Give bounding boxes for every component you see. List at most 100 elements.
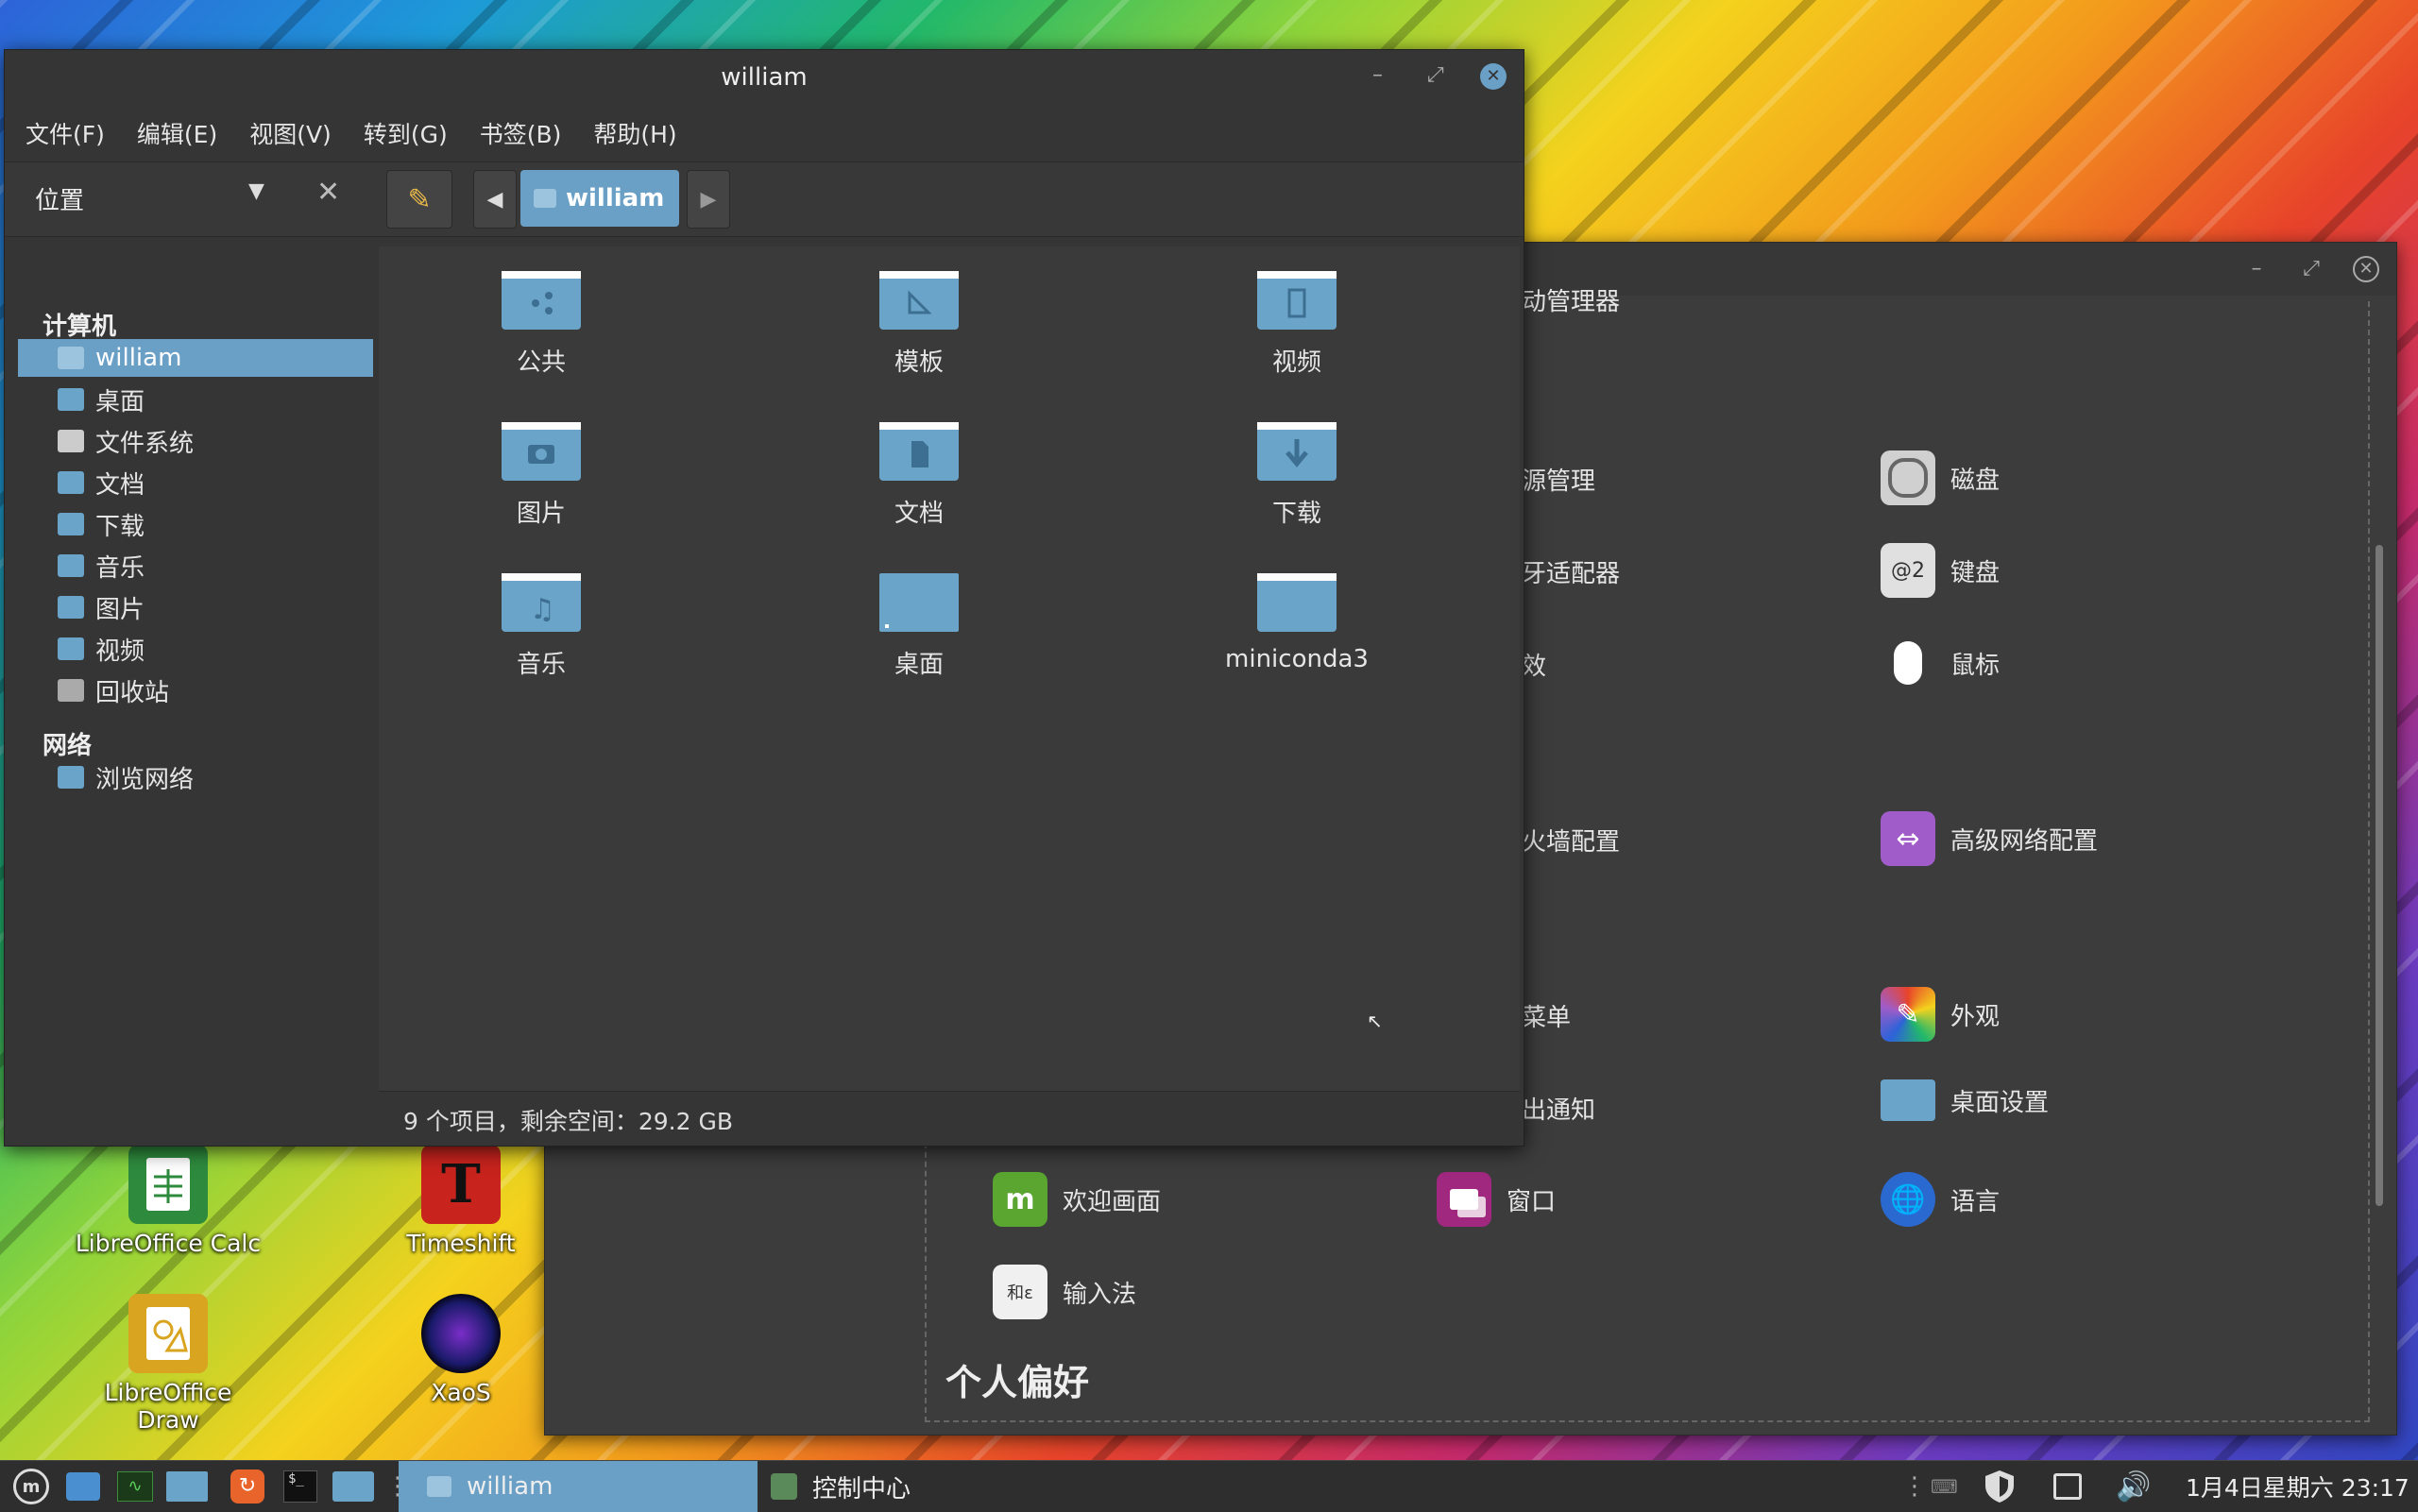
menu-view[interactable]: 视图(V): [249, 116, 332, 150]
mouse-icon: [1881, 636, 1935, 690]
taskbar-window-label: 控制中心: [812, 1474, 911, 1504]
desktop-icon-libreoffice-draw[interactable]: LibreOffice Draw: [74, 1294, 263, 1434]
desktop-icon-libreoffice-calc[interactable]: LibreOffice Calc: [74, 1145, 263, 1257]
download-icon: [1253, 418, 1340, 484]
trash-icon: [58, 679, 84, 702]
mint-welcome-icon: m: [993, 1172, 1047, 1227]
mint-menu-icon[interactable]: m: [13, 1469, 49, 1504]
sidebar-item-label: 下载: [95, 512, 145, 541]
taskbar-window-control-center[interactable]: 控制中心: [763, 1461, 1103, 1512]
cc-item-keyboard[interactable]: @2 键盘: [1881, 543, 2000, 598]
folder-music[interactable]: ♫ 音乐: [447, 569, 636, 680]
cc-item-desktop-settings[interactable]: 桌面设置: [1881, 1079, 2049, 1121]
menu-file[interactable]: 文件(F): [26, 116, 105, 150]
edit-location-button[interactable]: ✎: [386, 170, 452, 229]
cc-item-label: 磁盘: [1950, 466, 2001, 495]
cc-item-input-method[interactable]: 和ε 输入法: [993, 1265, 1136, 1319]
folder-pictures[interactable]: 图片: [447, 418, 636, 529]
menu-help[interactable]: 帮助(H): [593, 116, 676, 150]
taskbar-clock[interactable]: 1月4日星期六 23:17: [2186, 1469, 2409, 1504]
cc-item-partial[interactable]: 源管理: [1522, 462, 1595, 497]
cc-item-disk[interactable]: 磁盘: [1881, 450, 2000, 505]
desktop-icon-xaos[interactable]: XaoS: [366, 1294, 555, 1406]
sidebar-item-browse-network[interactable]: 浏览网络: [18, 758, 373, 796]
cc-item-label: 语言: [1950, 1187, 2001, 1216]
files-icon[interactable]: [332, 1469, 374, 1504]
menu-edit[interactable]: 编辑(E): [137, 116, 217, 150]
chevron-down-icon[interactable]: ▼: [248, 179, 264, 203]
sidebar-item-trash[interactable]: 回收站: [18, 671, 373, 709]
folder-label: 模板: [894, 348, 944, 377]
cc-item-label: 外观: [1950, 1002, 2001, 1031]
control-center-icon: [771, 1473, 797, 1500]
cc-item-windows[interactable]: 窗口: [1437, 1172, 1556, 1227]
desktop-icon-timeshift[interactable]: T Timeshift: [366, 1145, 555, 1257]
terminal-icon[interactable]: $_: [283, 1469, 317, 1504]
file-icon-view[interactable]: 公共 模板 视频 图片 文档 下载 ♫ 音乐 桌面 miniconda3 ↖: [379, 246, 1520, 1136]
sidebar-item-william[interactable]: william: [18, 339, 373, 377]
network-status-icon[interactable]: [2053, 1469, 2082, 1504]
close-icon[interactable]: ✕: [2353, 256, 2379, 282]
sidebar-item-filesystem[interactable]: 文件系统: [18, 422, 373, 460]
cc-item-network-advanced[interactable]: ⇔ 高级网络配置: [1881, 811, 2098, 866]
cc-item-mouse[interactable]: 鼠标: [1881, 636, 2000, 690]
cc-item-partial[interactable]: 菜单: [1522, 998, 1571, 1033]
sidebar-header-network: 网络: [43, 732, 93, 760]
cc-item-partial[interactable]: 牙适配器: [1522, 554, 1620, 589]
sidebar-item-videos[interactable]: 视频: [18, 630, 373, 668]
minimize-icon[interactable]: –: [2243, 256, 2270, 282]
cc-item-language[interactable]: 🌐 语言: [1881, 1172, 2000, 1227]
minimize-icon[interactable]: –: [1372, 63, 1383, 87]
folder-desktop[interactable]: 桌面: [825, 569, 1013, 680]
firefox-icon[interactable]: ↻: [230, 1469, 264, 1504]
volume-icon[interactable]: 🔊: [2116, 1469, 2151, 1504]
sidebar-item-downloads[interactable]: 下载: [18, 505, 373, 543]
cc-item-partial[interactable]: 效: [1522, 647, 1546, 682]
sidebar-item-documents[interactable]: 文档: [18, 464, 373, 501]
folder-label: 图片: [516, 500, 566, 528]
folder-documents[interactable]: 文档: [825, 418, 1013, 529]
path-button-william[interactable]: william: [520, 170, 679, 227]
close-sidebar-icon[interactable]: ✕: [316, 176, 340, 209]
cc-item-partial[interactable]: 动管理器: [1522, 282, 1620, 317]
show-desktop-icon[interactable]: [166, 1469, 208, 1504]
shield-icon[interactable]: [1982, 1469, 2018, 1504]
menu-bookmarks[interactable]: 书签(B): [480, 116, 562, 150]
cc-item-appearance[interactable]: ✎ 外观: [1881, 987, 2000, 1042]
screenshot-app-icon[interactable]: [66, 1469, 100, 1504]
desktop-icon: [58, 388, 84, 411]
close-icon[interactable]: ✕: [1480, 63, 1507, 90]
keyboard-icon: @2: [1881, 543, 1935, 598]
folder-downloads[interactable]: 下载: [1202, 418, 1391, 529]
maximize-icon[interactable]: ⤢: [2298, 256, 2324, 282]
network-folder-icon: [58, 766, 84, 789]
file-manager-window[interactable]: william – ⤢ ✕ 文件(F) 编辑(E) 视图(V) 转到(G) 书签…: [4, 49, 1524, 1147]
folder-label: 视频: [1271, 348, 1321, 377]
folder-icon: [1253, 569, 1340, 636]
path-button-label: william: [566, 184, 665, 212]
cc-item-partial[interactable]: 出通知: [1522, 1091, 1595, 1126]
scrollbar[interactable]: [2375, 545, 2383, 1206]
folder-miniconda3[interactable]: miniconda3: [1202, 569, 1391, 673]
video-folder-icon: [58, 637, 84, 660]
sidebar-item-music[interactable]: 音乐: [18, 547, 373, 585]
forward-arrow-icon[interactable]: ▶: [687, 170, 730, 229]
back-arrow-icon[interactable]: ◀: [473, 170, 517, 229]
system-monitor-icon[interactable]: ∿: [117, 1469, 153, 1504]
cc-item-partial[interactable]: 火墙配置: [1522, 823, 1620, 858]
file-manager-titlebar[interactable]: william – ⤢ ✕: [5, 50, 1524, 107]
sidebar-item-desktop[interactable]: 桌面: [18, 381, 373, 418]
desktop-icon: [876, 569, 962, 636]
folder-videos[interactable]: 视频: [1202, 267, 1391, 378]
menu-go[interactable]: 转到(G): [364, 116, 448, 150]
cc-item-welcome[interactable]: m 欢迎画面: [993, 1172, 1161, 1227]
sidebar-item-label: 回收站: [95, 678, 170, 707]
folder-public[interactable]: 公共: [447, 267, 636, 378]
cc-item-label: 牙适配器: [1522, 560, 1621, 588]
network-icon: ⇔: [1881, 811, 1935, 866]
maximize-icon[interactable]: ⤢: [1427, 63, 1444, 87]
folder-templates[interactable]: 模板: [825, 267, 1013, 378]
taskbar-window-william[interactable]: william: [399, 1461, 758, 1512]
sidebar-item-pictures[interactable]: 图片: [18, 588, 373, 626]
keyboard-layout-icon[interactable]: ⌨: [1931, 1469, 1958, 1504]
